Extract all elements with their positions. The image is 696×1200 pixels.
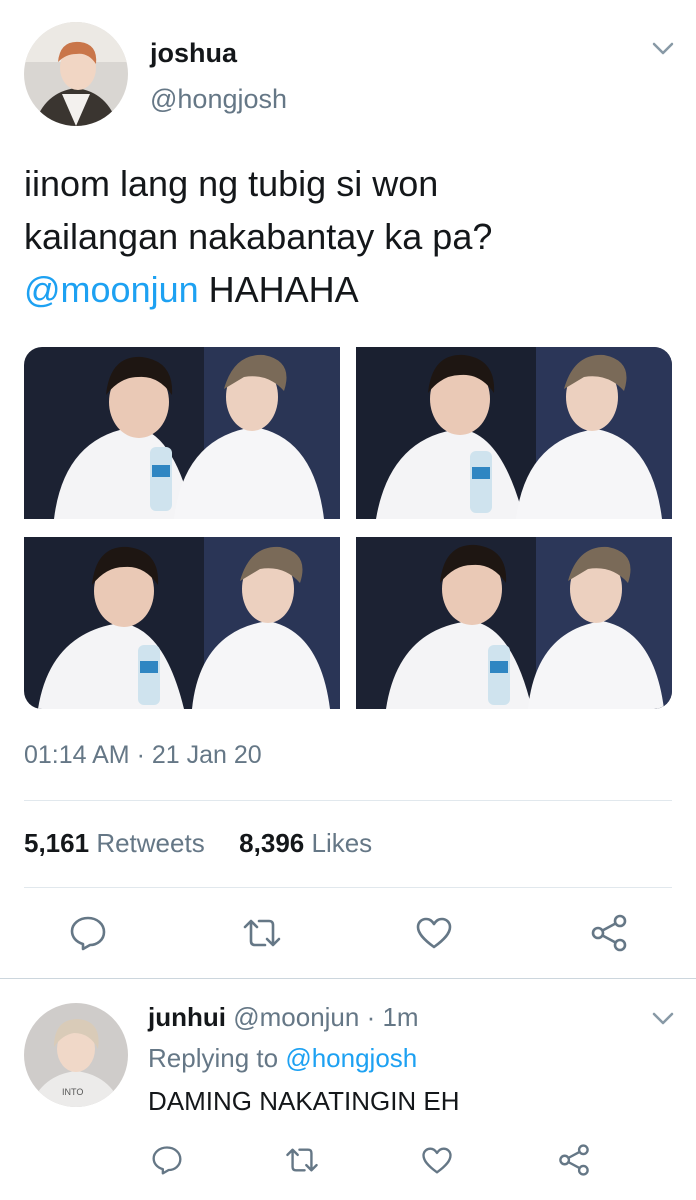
media-photo[interactable] bbox=[356, 537, 672, 709]
media-photo[interactable] bbox=[24, 347, 340, 519]
divider bbox=[24, 887, 672, 888]
retweet-button[interactable] bbox=[282, 1140, 322, 1180]
mention-link[interactable]: @moonjun bbox=[24, 269, 199, 310]
tweet-text-line1: iinom lang ng tubig si won bbox=[24, 163, 439, 204]
retweet-icon bbox=[243, 919, 281, 947]
share-icon bbox=[559, 1144, 589, 1176]
reply-author[interactable]: junhui @moonjun · 1m bbox=[148, 1002, 419, 1033]
tweet-text-suffix: HAHAHA bbox=[198, 269, 359, 310]
media-grid bbox=[24, 347, 672, 709]
tweet-stats: 5,161 Retweets 8,396 Likes bbox=[24, 828, 372, 859]
author-name[interactable]: joshua bbox=[150, 38, 237, 69]
replying-to-mention[interactable]: @hongjosh bbox=[285, 1043, 417, 1073]
chevron-down-icon[interactable] bbox=[652, 1012, 674, 1031]
section-divider bbox=[0, 978, 696, 979]
svg-text:INTO: INTO bbox=[62, 1087, 83, 1097]
likes-label: Likes bbox=[311, 828, 373, 858]
tweet-timestamp[interactable]: 01:14 AM · 21 Jan 20 bbox=[24, 741, 262, 770]
share-icon bbox=[591, 914, 627, 952]
media-photo[interactable] bbox=[24, 537, 340, 709]
media-photo[interactable] bbox=[356, 347, 672, 519]
divider bbox=[24, 800, 672, 801]
reply-author-avatar[interactable]: INTO bbox=[24, 1003, 128, 1107]
retweets-label: Retweets bbox=[96, 828, 205, 858]
share-button[interactable] bbox=[587, 911, 631, 955]
author-handle[interactable]: @hongjosh bbox=[150, 84, 287, 115]
author-avatar[interactable] bbox=[24, 22, 128, 126]
retweets-stat[interactable]: 5,161 Retweets bbox=[24, 828, 205, 858]
reply-author-name: junhui bbox=[148, 1002, 226, 1032]
retweets-count: 5,161 bbox=[24, 828, 90, 858]
reply-author-handle-time: @moonjun · 1m bbox=[233, 1002, 419, 1032]
reply-icon bbox=[70, 916, 106, 951]
share-button[interactable] bbox=[554, 1140, 594, 1180]
replying-prefix: Replying to bbox=[148, 1043, 286, 1073]
tweet-text-line3: @moonjun HAHAHA bbox=[24, 263, 664, 316]
tweet-text: iinom lang ng tubig si won kailangan nak… bbox=[24, 157, 664, 316]
like-button[interactable] bbox=[412, 913, 456, 953]
likes-count: 8,396 bbox=[239, 828, 305, 858]
reply-button[interactable] bbox=[147, 1140, 187, 1180]
likes-stat[interactable]: 8,396 Likes bbox=[239, 828, 372, 858]
retweet-icon bbox=[286, 1148, 318, 1172]
reply-text: DAMING NAKATINGIN EH bbox=[148, 1086, 460, 1116]
tweet-text-line2: kailangan nakabantay ka pa? bbox=[24, 216, 493, 257]
like-button[interactable] bbox=[417, 1140, 457, 1180]
reply-button[interactable] bbox=[66, 911, 110, 955]
replying-to: Replying to @hongjosh bbox=[148, 1043, 417, 1074]
heart-icon bbox=[422, 1147, 452, 1173]
chevron-down-icon[interactable] bbox=[652, 42, 674, 61]
retweet-button[interactable] bbox=[240, 913, 284, 953]
reply-icon bbox=[152, 1146, 182, 1175]
heart-icon bbox=[416, 917, 452, 949]
